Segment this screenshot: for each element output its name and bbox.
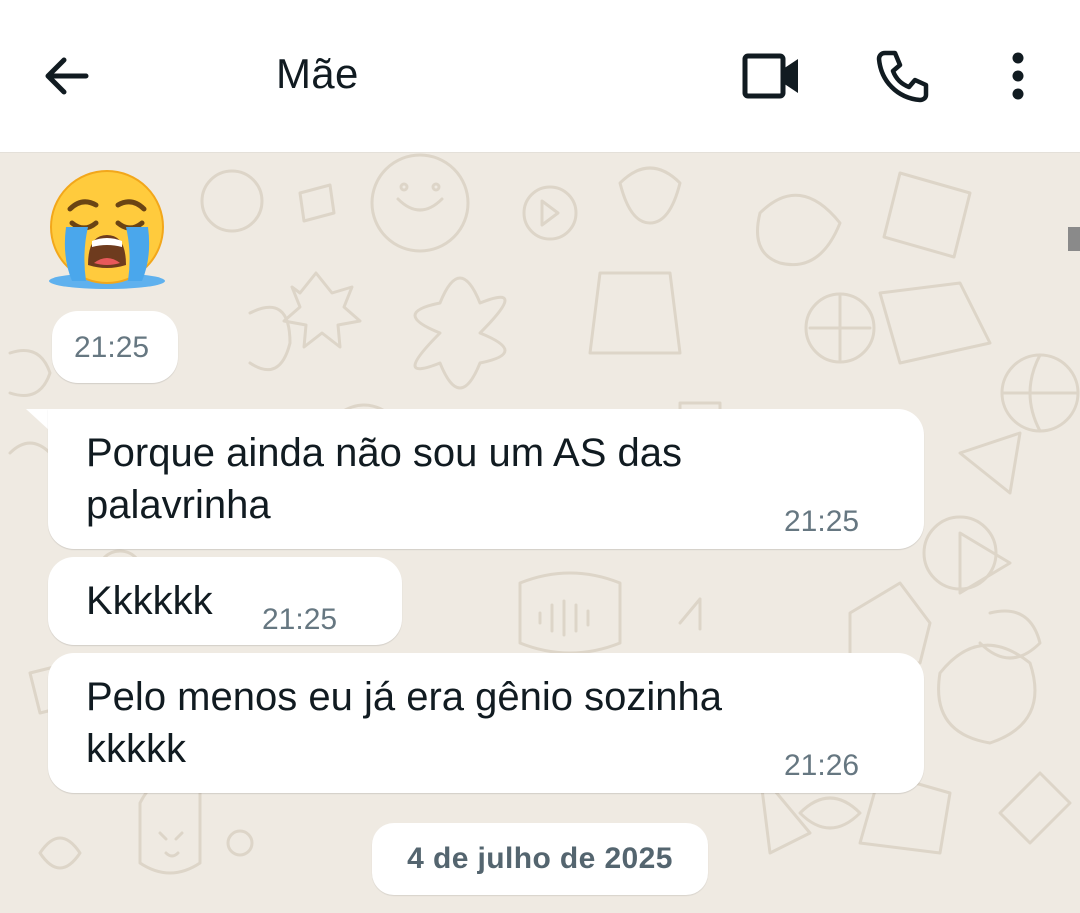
more-options-button[interactable]: [996, 44, 1040, 108]
incoming-message[interactable]: Kkkkkk 21:25: [48, 557, 402, 645]
chat-header: Mãe: [0, 0, 1080, 153]
contact-name[interactable]: Mãe: [276, 50, 359, 98]
back-button[interactable]: [36, 46, 96, 106]
more-vertical-icon: [1012, 52, 1024, 100]
message-text: Porque ainda não sou um AS das palavrinh…: [86, 431, 682, 527]
incoming-message[interactable]: Porque ainda não sou um AS das palavrinh…: [48, 409, 924, 549]
message-text: Kkkkkk: [86, 579, 213, 623]
incoming-message[interactable]: Pelo menos eu já era gênio sozinha kkkkk…: [48, 653, 924, 793]
bubble-tail: [26, 409, 50, 431]
chat-area[interactable]: 21:25 Porque ainda não sou um AS das pal…: [0, 153, 1080, 913]
message-time: 21:25: [262, 603, 338, 636]
scrollbar-thumb[interactable]: [1068, 227, 1080, 251]
phone-icon: [876, 50, 929, 103]
message-time: 21:25: [784, 505, 860, 538]
voice-call-button[interactable]: [868, 44, 936, 108]
date-separator-label: 4 de julho de 2025: [407, 842, 673, 875]
video-camera-icon: [742, 53, 798, 99]
loudly-crying-face-emoji: [49, 170, 165, 289]
message-time: 21:26: [784, 749, 860, 782]
message-time: 21:25: [74, 331, 150, 364]
video-call-button[interactable]: [736, 44, 808, 108]
date-separator: 4 de julho de 2025: [372, 823, 708, 895]
emoji-message-time-badge: 21:25: [52, 311, 178, 383]
arrow-left-icon: [45, 57, 89, 95]
message-text: Pelo menos eu já era gênio sozinha kkkkk: [86, 675, 722, 771]
